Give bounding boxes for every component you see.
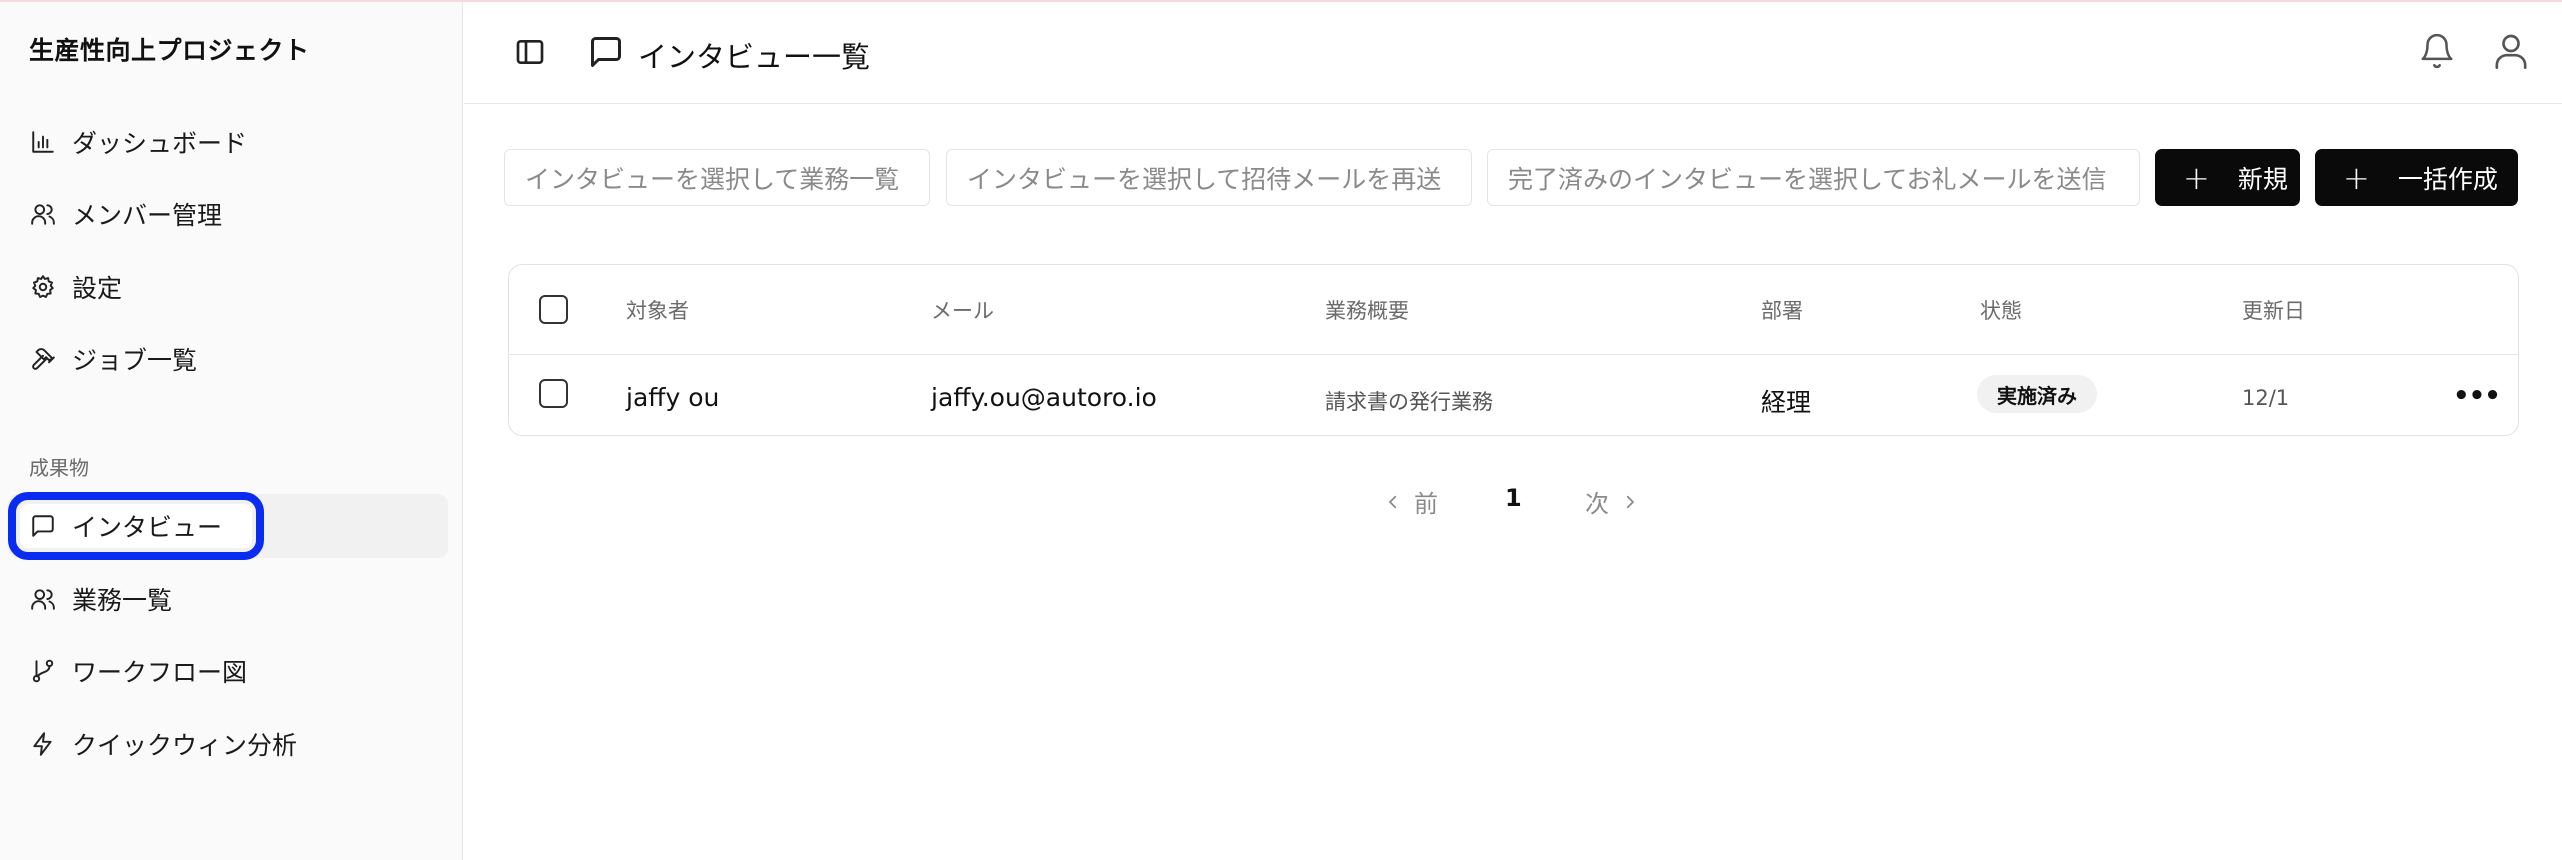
bell-icon[interactable] [2418, 32, 2456, 70]
column-header: 部署 [1761, 299, 1803, 323]
select-for-task-list-field[interactable]: インタビューを選択して業務一覧 [504, 149, 930, 206]
sidebar-item-label: クイックウィン分析 [72, 731, 298, 760]
users-icon [28, 199, 58, 229]
page-title: インタビュー一覧 [638, 40, 871, 74]
bar-chart-icon [28, 127, 58, 157]
hammer-icon [28, 344, 58, 374]
pagination-prev[interactable]: 前 [1384, 484, 1438, 519]
sidebar-item-label: ワークフロー図 [72, 658, 248, 687]
sidebar-item-jobs[interactable]: ジョブ一覧 [8, 327, 448, 391]
row-checkbox[interactable] [539, 379, 568, 408]
column-header: 状態 [1980, 299, 2022, 323]
pagination-current-page[interactable]: 1 [1505, 484, 1522, 512]
more-actions-icon[interactable]: ••• [2453, 381, 2501, 411]
users-icon [28, 584, 58, 614]
column-header: 業務概要 [1325, 299, 1409, 323]
status-badge: 実施済み [1977, 375, 2097, 413]
message-square-icon [588, 34, 624, 70]
user-icon[interactable] [2491, 31, 2531, 71]
section-label-deliverables: 成果物 [29, 456, 89, 480]
cell-updated: 12/1 [2242, 386, 2290, 410]
sidebar-item-label: 設定 [72, 274, 123, 303]
table-header: 対象者 メール 業務概要 部署 状態 更新日 [509, 265, 2518, 355]
plus-icon: + [2343, 158, 2370, 197]
bulk-create-button[interactable]: + 一括作成 [2315, 149, 2518, 206]
column-header: 更新日 [2242, 299, 2305, 323]
sidebar-item-label: ダッシュボード [72, 129, 248, 158]
new-button[interactable]: + 新規 [2155, 149, 2300, 206]
sidebar-item-label: メンバー管理 [72, 201, 223, 230]
sidebar-item-label: インタビュー [72, 513, 223, 542]
chevron-right-icon [1626, 495, 1634, 508]
sidebar-item-dashboard[interactable]: ダッシュボード [8, 110, 448, 174]
message-square-icon [28, 511, 58, 541]
git-branch-icon [28, 656, 58, 686]
sidebar-item-label: ジョブ一覧 [72, 346, 198, 375]
column-header: 対象者 [626, 299, 689, 323]
plus-icon: + [2183, 158, 2210, 197]
bulk-create-button-label: 一括作成 [2397, 164, 2498, 194]
top-accent-line [0, 0, 2562, 2]
sidebar-item-members[interactable]: メンバー管理 [8, 182, 448, 246]
select-all-checkbox[interactable] [539, 295, 568, 324]
gear-icon [28, 272, 58, 302]
header: インタビュー一覧 [464, 0, 2562, 104]
chevron-left-icon [1389, 495, 1397, 508]
cell-email: jaffy.ou@autoro.io [931, 383, 1157, 412]
cell-target: jaffy ou [626, 383, 720, 412]
sidebar-item-settings[interactable]: 設定 [8, 255, 448, 319]
cell-summary: 請求書の発行業務 [1325, 390, 1493, 414]
sidebar-item-quickwin[interactable]: クイックウィン分析 [8, 712, 448, 776]
pagination-next[interactable]: 次 [1585, 484, 1639, 519]
cell-department: 経理 [1761, 388, 1812, 417]
new-button-label: 新規 [2237, 164, 2288, 194]
zap-icon [28, 729, 58, 759]
resend-invite-field[interactable]: インタビューを選択して招待メールを再送 [946, 149, 1472, 206]
column-header: メール [931, 299, 994, 323]
project-title: 生産性向上プロジェクト [29, 36, 310, 65]
pagination-prev-label: 前 [1414, 490, 1438, 518]
send-thanks-field[interactable]: 完了済みのインタビューを選択してお礼メールを送信 [1487, 149, 2140, 206]
sidebar-item-workflow[interactable]: ワークフロー図 [8, 639, 448, 703]
pagination-next-label: 次 [1585, 490, 1609, 518]
interview-table: 対象者 メール 業務概要 部署 状態 更新日 jaffy ou jaffy.ou… [508, 264, 2519, 436]
table-row[interactable]: jaffy ou jaffy.ou@autoro.io 請求書の発行業務 経理 … [509, 355, 2518, 437]
sidebar-item-tasks[interactable]: 業務一覧 [8, 567, 448, 631]
sidebar: 生産性向上プロジェクト ダッシュボード メンバー管理 設定 ジョブ一覧 成果物 … [0, 0, 463, 860]
sidebar-item-label: 業務一覧 [72, 586, 173, 615]
sidebar-toggle-icon[interactable] [514, 36, 546, 68]
